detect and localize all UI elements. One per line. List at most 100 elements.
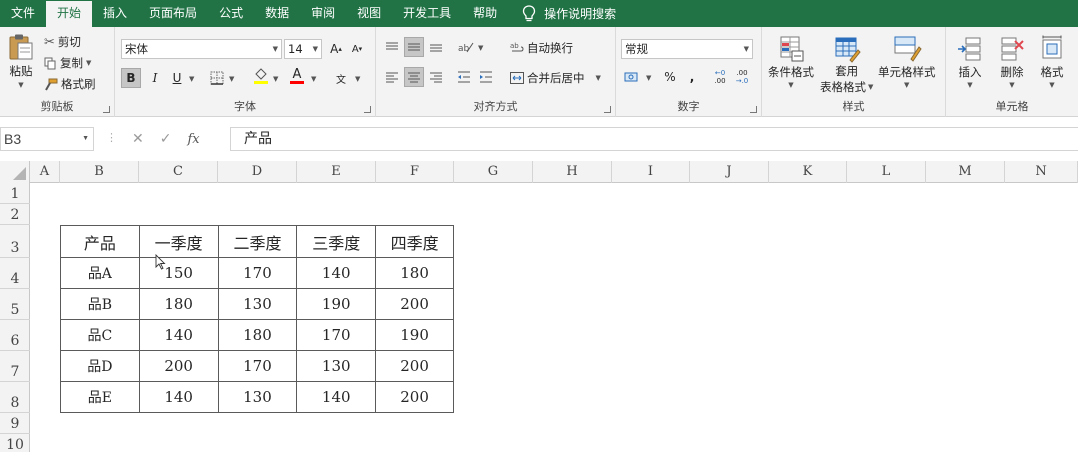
menu-insert[interactable]: 插入 <box>92 0 138 27</box>
cell-f6[interactable]: 190 <box>375 319 454 351</box>
underline-dropdown-icon[interactable]: ▼ <box>189 75 194 83</box>
column-header-j[interactable]: J <box>690 161 769 183</box>
column-header-h[interactable]: H <box>533 161 612 183</box>
column-header-e[interactable]: E <box>297 161 376 183</box>
row-header-6[interactable]: 6 <box>0 320 30 351</box>
grow-font-button[interactable]: A ▴ <box>326 39 346 59</box>
name-box[interactable]: B3 ▼ <box>0 127 94 151</box>
accounting-format-button[interactable] <box>622 67 642 87</box>
cell-f5[interactable]: 200 <box>375 288 454 320</box>
column-header-f[interactable]: F <box>376 161 454 183</box>
formula-input[interactable]: 产品 <box>230 127 1078 151</box>
borders-dropdown-icon[interactable]: ▼ <box>229 75 234 83</box>
clipboard-launcher-icon[interactable] <box>103 106 110 113</box>
format-painter-button[interactable]: 格式刷 <box>44 76 96 92</box>
cell-e7[interactable]: 130 <box>296 350 377 382</box>
bold-button[interactable]: B <box>121 68 141 88</box>
fill-color-dropdown-icon[interactable]: ▼ <box>273 75 278 83</box>
column-header-d[interactable]: D <box>218 161 297 183</box>
font-color-dropdown-icon[interactable]: ▼ <box>311 75 316 83</box>
menu-page-layout[interactable]: 页面布局 <box>138 0 208 27</box>
menu-home[interactable]: 开始 <box>46 1 93 27</box>
column-header-m[interactable]: M <box>926 161 1005 183</box>
italic-button[interactable]: I <box>145 68 165 88</box>
cell-e8[interactable]: 140 <box>296 381 377 413</box>
cut-button[interactable]: ✂ 剪切 <box>44 34 81 50</box>
cell-c3[interactable]: 一季度 <box>138 225 219 258</box>
cell-b5[interactable]: 品B <box>60 288 140 320</box>
format-as-table-button[interactable]: 套用 表格格式 ▼ <box>820 35 873 95</box>
merge-center-button[interactable]: 合并后居中 ▼ <box>510 70 601 86</box>
cell-f4[interactable]: 180 <box>375 257 454 289</box>
orientation-button[interactable]: ab <box>456 37 476 57</box>
menu-view[interactable]: 视图 <box>346 0 392 27</box>
row-header-10[interactable]: 10 <box>0 434 30 452</box>
cell-b6[interactable]: 品C <box>60 319 140 351</box>
cell-e4[interactable]: 140 <box>296 257 377 289</box>
column-header-a[interactable]: A <box>30 161 60 183</box>
align-top-button[interactable] <box>382 37 402 57</box>
column-header-g[interactable]: G <box>454 161 533 183</box>
percent-button[interactable]: % <box>660 67 680 87</box>
insert-cells-button[interactable]: 插入 ▼ <box>956 35 984 89</box>
shrink-font-button[interactable]: A ▾ <box>347 39 367 59</box>
align-right-button[interactable] <box>426 67 446 87</box>
number-launcher-icon[interactable] <box>750 106 757 113</box>
cell-d7[interactable]: 170 <box>217 350 298 382</box>
row-header-5[interactable]: 5 <box>0 289 30 320</box>
accounting-dropdown-icon[interactable]: ▼ <box>646 74 651 82</box>
align-middle-button[interactable] <box>404 37 424 57</box>
delete-cells-button[interactable]: 删除 ▼ <box>998 35 1026 89</box>
conditional-formatting-button[interactable]: 条件格式 ▼ <box>768 35 814 89</box>
menu-formulas[interactable]: 公式 <box>208 0 254 27</box>
row-header-3[interactable]: 3 <box>0 225 30 258</box>
cell-c8[interactable]: 140 <box>138 381 219 413</box>
cell-styles-button[interactable]: 单元格样式 ▼ <box>878 35 936 89</box>
cell-d3[interactable]: 二季度 <box>217 225 298 258</box>
increase-indent-button[interactable] <box>476 67 496 87</box>
cell-e5[interactable]: 190 <box>296 288 377 320</box>
cell-c7[interactable]: 200 <box>138 350 219 382</box>
row-header-1[interactable]: 1 <box>0 183 30 204</box>
column-header-l[interactable]: L <box>847 161 926 183</box>
cell-b4[interactable]: 品A <box>60 257 140 289</box>
orientation-dropdown-icon[interactable]: ▼ <box>478 44 483 52</box>
menu-data[interactable]: 数据 <box>254 0 300 27</box>
cell-f7[interactable]: 200 <box>375 350 454 382</box>
row-header-8[interactable]: 8 <box>0 382 30 413</box>
cell-d5[interactable]: 130 <box>217 288 298 320</box>
confirm-entry-button[interactable]: ✓ <box>160 131 172 147</box>
phonetic-dropdown-icon[interactable]: ▼ <box>355 75 360 83</box>
column-header-n[interactable]: N <box>1005 161 1078 183</box>
increase-decimal-button[interactable]: ←0 .00 <box>710 67 730 87</box>
decrease-decimal-button[interactable]: .00 →.0 <box>732 67 752 87</box>
cell-f3[interactable]: 四季度 <box>375 225 454 258</box>
cell-b3[interactable]: 产品 <box>60 225 140 258</box>
font-name-select[interactable]: 宋体 ▼ <box>121 39 282 59</box>
cell-b7[interactable]: 品D <box>60 350 140 382</box>
alignment-launcher-icon[interactable] <box>604 106 611 113</box>
cancel-entry-button[interactable]: ✕ <box>132 131 144 147</box>
borders-button[interactable] <box>207 68 227 88</box>
row-header-7[interactable]: 7 <box>0 351 30 382</box>
number-format-select[interactable]: 常规 ▼ <box>621 39 753 59</box>
cell-e3[interactable]: 三季度 <box>296 225 377 258</box>
column-header-i[interactable]: I <box>612 161 690 183</box>
format-cells-button[interactable]: 格式 ▼ <box>1038 35 1066 89</box>
cell-e6[interactable]: 170 <box>296 319 377 351</box>
decrease-indent-button[interactable] <box>454 67 474 87</box>
row-header-2[interactable]: 2 <box>0 204 30 225</box>
font-size-select[interactable]: 14 ▼ <box>284 39 322 59</box>
menu-review[interactable]: 审阅 <box>300 0 346 27</box>
font-launcher-icon[interactable] <box>364 106 371 113</box>
select-all-corner[interactable] <box>0 161 30 183</box>
fill-color-button[interactable] <box>251 66 271 86</box>
cell-c5[interactable]: 180 <box>138 288 219 320</box>
row-header-4[interactable]: 4 <box>0 258 30 289</box>
align-left-button[interactable] <box>382 67 402 87</box>
font-color-button[interactable]: A <box>287 66 307 86</box>
cell-d6[interactable]: 180 <box>217 319 298 351</box>
cell-f8[interactable]: 200 <box>375 381 454 413</box>
menu-developer[interactable]: 开发工具 <box>392 0 462 27</box>
cell-c6[interactable]: 140 <box>138 319 219 351</box>
